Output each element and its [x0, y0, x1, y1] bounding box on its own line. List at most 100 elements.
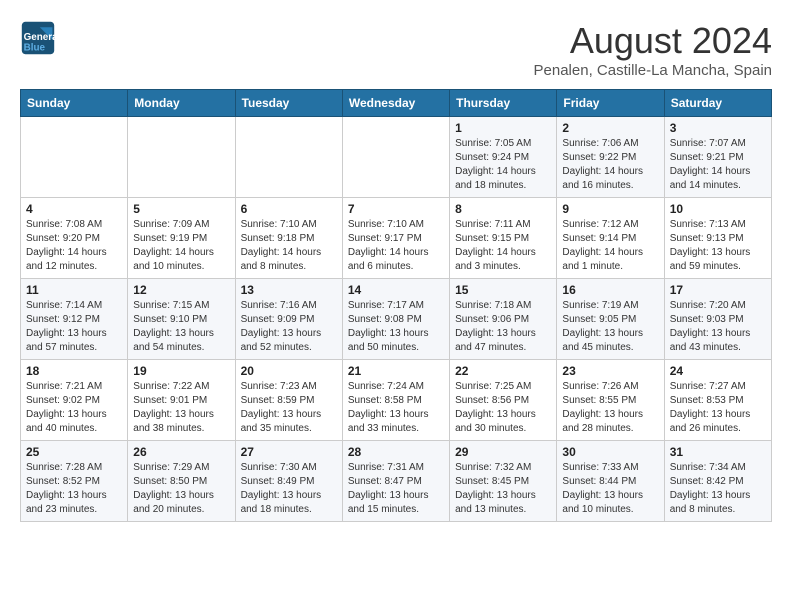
day-number: 12 [133, 283, 229, 297]
day-info: Sunrise: 7:08 AM Sunset: 9:20 PM Dayligh… [26, 218, 122, 274]
calendar-cell: 3Sunrise: 7:07 AM Sunset: 9:21 PM Daylig… [664, 117, 771, 198]
calendar-cell: 11Sunrise: 7:14 AM Sunset: 9:12 PM Dayli… [21, 279, 128, 360]
day-info: Sunrise: 7:16 AM Sunset: 9:09 PM Dayligh… [241, 299, 337, 355]
calendar-cell: 24 Sunrise: 7:27 AM Sunset: 8:53 PM Dayli… [664, 360, 771, 441]
calendar-cell: 13 Sunrise: 7:16 AM Sunset: 9:09 PM Dayli… [235, 279, 342, 360]
calendar-cell: 28Sunrise: 7:31 AM Sunset: 8:47 PM Dayli… [342, 441, 449, 522]
day-number: 10 [670, 202, 766, 216]
logo: General Blue [20, 20, 60, 56]
day-number: 17 [670, 283, 766, 297]
calendar-cell: 19Sunrise: 7:22 AM Sunset: 9:01 PM Dayli… [128, 360, 235, 441]
weekday-header-sunday: Sunday [21, 90, 128, 117]
calendar-cell [235, 117, 342, 198]
calendar-cell: 15Sunrise: 7:18 AM Sunset: 9:06 PM Dayli… [450, 279, 557, 360]
weekday-header-monday: Monday [128, 90, 235, 117]
day-info: Sunrise: 7:11 AM Sunset: 9:15 PM Dayligh… [455, 218, 551, 274]
day-number: 6 [241, 202, 337, 216]
day-number: 26 [133, 445, 229, 459]
day-info: Sunrise: 7:10 AM Sunset: 9:18 PM Dayligh… [241, 218, 337, 274]
day-info: Sunrise: 7:32 AM Sunset: 8:45 PM Dayligh… [455, 461, 551, 517]
day-info: Sunrise: 7:30 AM Sunset: 8:49 PM Dayligh… [241, 461, 337, 517]
calendar-week-3: 11Sunrise: 7:14 AM Sunset: 9:12 PM Dayli… [21, 279, 772, 360]
calendar-cell: 22Sunrise: 7:25 AM Sunset: 8:56 PM Dayli… [450, 360, 557, 441]
day-info: Sunrise: 7:15 AM Sunset: 9:10 PM Dayligh… [133, 299, 229, 355]
svg-text:Blue: Blue [24, 43, 46, 54]
day-number: 1 [455, 121, 551, 135]
day-number: 14 [348, 283, 444, 297]
day-info: Sunrise: 7:22 AM Sunset: 9:01 PM Dayligh… [133, 380, 229, 436]
calendar-cell: 14 Sunrise: 7:17 AM Sunset: 9:08 PM Dayli… [342, 279, 449, 360]
day-info: Sunrise: 7:10 AM Sunset: 9:17 PM Dayligh… [348, 218, 444, 274]
day-info: Sunrise: 7:19 AM Sunset: 9:05 PM Dayligh… [562, 299, 658, 355]
weekday-header-tuesday: Tuesday [235, 90, 342, 117]
calendar-table: SundayMondayTuesdayWednesdayThursdayFrid… [20, 89, 772, 522]
day-info: Sunrise: 7:28 AM Sunset: 8:52 PM Dayligh… [26, 461, 122, 517]
day-info: Sunrise: 7:18 AM Sunset: 9:06 PM Dayligh… [455, 299, 551, 355]
svg-text:General: General [24, 32, 56, 43]
day-number: 8 [455, 202, 551, 216]
day-number: 16 [562, 283, 658, 297]
weekday-header-thursday: Thursday [450, 90, 557, 117]
day-number: 24 [670, 364, 766, 378]
weekday-header-friday: Friday [557, 90, 664, 117]
day-info: Sunrise: 7:27 AM Sunset: 8:53 PM Dayligh… [670, 380, 766, 436]
day-number: 18 [26, 364, 122, 378]
calendar-cell: 17 Sunrise: 7:20 AM Sunset: 9:03 PM Dayli… [664, 279, 771, 360]
calendar-cell: 2 Sunrise: 7:06 AM Sunset: 9:22 PM Daylig… [557, 117, 664, 198]
day-info: Sunrise: 7:06 AM Sunset: 9:22 PM Dayligh… [562, 137, 658, 193]
day-number: 20 [241, 364, 337, 378]
day-number: 4 [26, 202, 122, 216]
weekday-header-row: SundayMondayTuesdayWednesdayThursdayFrid… [21, 90, 772, 117]
day-number: 13 [241, 283, 337, 297]
calendar-cell: 9Sunrise: 7:12 AM Sunset: 9:14 PM Daylig… [557, 198, 664, 279]
day-info: Sunrise: 7:21 AM Sunset: 9:02 PM Dayligh… [26, 380, 122, 436]
calendar-week-4: 18 Sunrise: 7:21 AM Sunset: 9:02 PM Dayli… [21, 360, 772, 441]
calendar-cell: 31 Sunrise: 7:34 AM Sunset: 8:42 PM Dayli… [664, 441, 771, 522]
day-info: Sunrise: 7:20 AM Sunset: 9:03 PM Dayligh… [670, 299, 766, 355]
calendar-cell: 25 Sunrise: 7:28 AM Sunset: 8:52 PM Dayli… [21, 441, 128, 522]
day-info: Sunrise: 7:34 AM Sunset: 8:42 PM Dayligh… [670, 461, 766, 517]
day-info: Sunrise: 7:24 AM Sunset: 8:58 PM Dayligh… [348, 380, 444, 436]
calendar-cell [128, 117, 235, 198]
calendar-week-1: 1 Sunrise: 7:05 AM Sunset: 9:24 PM Daylig… [21, 117, 772, 198]
day-info: Sunrise: 7:25 AM Sunset: 8:56 PM Dayligh… [455, 380, 551, 436]
calendar-cell: 10Sunrise: 7:13 AM Sunset: 9:13 PM Dayli… [664, 198, 771, 279]
calendar-cell: 21 Sunrise: 7:24 AM Sunset: 8:58 PM Dayli… [342, 360, 449, 441]
calendar-cell: 8 Sunrise: 7:11 AM Sunset: 9:15 PM Daylig… [450, 198, 557, 279]
weekday-header-wednesday: Wednesday [342, 90, 449, 117]
day-number: 28 [348, 445, 444, 459]
calendar-week-2: 4 Sunrise: 7:08 AM Sunset: 9:20 PM Daylig… [21, 198, 772, 279]
day-info: Sunrise: 7:14 AM Sunset: 9:12 PM Dayligh… [26, 299, 122, 355]
page-header: General Blue August 2024 Penalen, Castil… [20, 20, 772, 79]
title-block: August 2024 Penalen, Castille-La Mancha,… [534, 20, 772, 79]
day-number: 27 [241, 445, 337, 459]
day-info: Sunrise: 7:33 AM Sunset: 8:44 PM Dayligh… [562, 461, 658, 517]
calendar-cell: 12 Sunrise: 7:15 AM Sunset: 9:10 PM Dayli… [128, 279, 235, 360]
day-info: Sunrise: 7:26 AM Sunset: 8:55 PM Dayligh… [562, 380, 658, 436]
logo-icon: General Blue [20, 20, 56, 56]
day-info: Sunrise: 7:07 AM Sunset: 9:21 PM Dayligh… [670, 137, 766, 193]
day-number: 21 [348, 364, 444, 378]
weekday-header-saturday: Saturday [664, 90, 771, 117]
day-number: 31 [670, 445, 766, 459]
calendar-cell: 29 Sunrise: 7:32 AM Sunset: 8:45 PM Dayli… [450, 441, 557, 522]
day-info: Sunrise: 7:23 AM Sunset: 8:59 PM Dayligh… [241, 380, 337, 436]
calendar-cell: 23 Sunrise: 7:26 AM Sunset: 8:55 PM Dayli… [557, 360, 664, 441]
day-number: 5 [133, 202, 229, 216]
calendar-cell: 4 Sunrise: 7:08 AM Sunset: 9:20 PM Daylig… [21, 198, 128, 279]
calendar-cell: 16 Sunrise: 7:19 AM Sunset: 9:05 PM Dayli… [557, 279, 664, 360]
day-number: 23 [562, 364, 658, 378]
location: Penalen, Castille-La Mancha, Spain [534, 62, 772, 79]
calendar-cell: 26 Sunrise: 7:29 AM Sunset: 8:50 PM Dayli… [128, 441, 235, 522]
calendar-cell: 5 Sunrise: 7:09 AM Sunset: 9:19 PM Daylig… [128, 198, 235, 279]
day-info: Sunrise: 7:12 AM Sunset: 9:14 PM Dayligh… [562, 218, 658, 274]
calendar-cell: 20 Sunrise: 7:23 AM Sunset: 8:59 PM Dayli… [235, 360, 342, 441]
day-info: Sunrise: 7:05 AM Sunset: 9:24 PM Dayligh… [455, 137, 551, 193]
day-number: 29 [455, 445, 551, 459]
day-info: Sunrise: 7:29 AM Sunset: 8:50 PM Dayligh… [133, 461, 229, 517]
day-number: 2 [562, 121, 658, 135]
day-info: Sunrise: 7:09 AM Sunset: 9:19 PM Dayligh… [133, 218, 229, 274]
day-number: 25 [26, 445, 122, 459]
calendar-week-5: 25 Sunrise: 7:28 AM Sunset: 8:52 PM Dayli… [21, 441, 772, 522]
day-info: Sunrise: 7:17 AM Sunset: 9:08 PM Dayligh… [348, 299, 444, 355]
